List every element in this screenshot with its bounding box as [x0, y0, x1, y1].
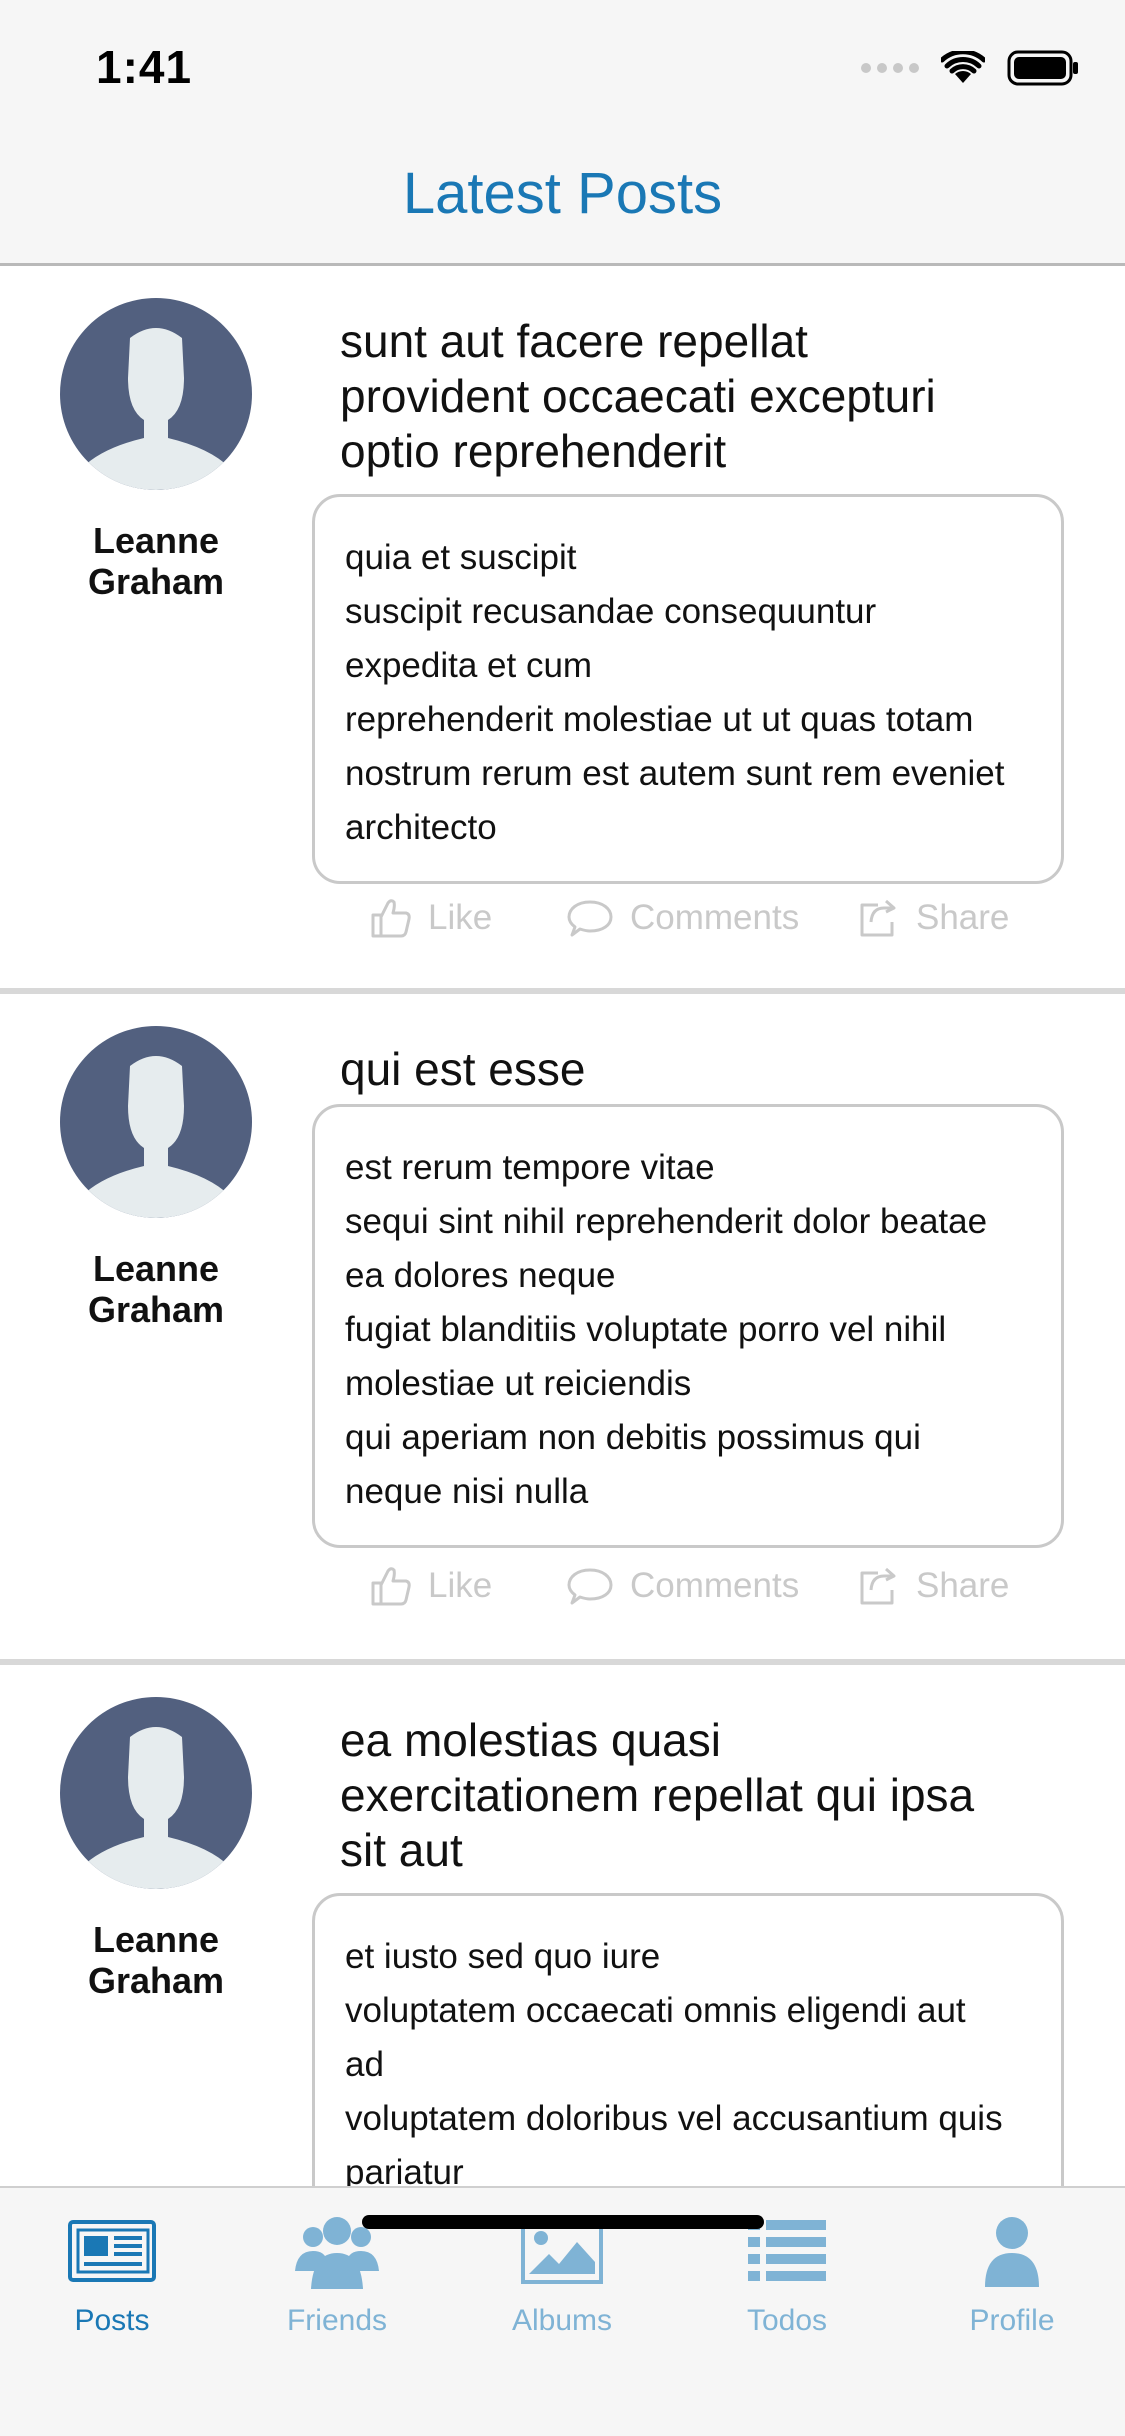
share-button[interactable]: Share: [858, 898, 1009, 938]
avatar[interactable]: [60, 298, 252, 490]
avatar[interactable]: [60, 1026, 252, 1218]
status-time: 1:41: [96, 41, 193, 93]
post-card[interactable]: Leanne Graham ea molestias quasi exercit…: [0, 1665, 1125, 2186]
comments-button[interactable]: Comments: [566, 898, 799, 938]
home-indicator: [362, 2215, 764, 2229]
avatar-silhouette-icon: [82, 328, 230, 490]
nav-header: Latest Posts: [0, 132, 1125, 266]
post-title: ea molestias quasi exercitationem repell…: [340, 1714, 975, 1876]
profile-icon: [985, 2217, 1039, 2287]
post-body: quia et suscipit suscipit recusandae con…: [312, 494, 1064, 884]
page-title: Latest Posts: [402, 161, 723, 226]
post-title: sunt aut facere repellat provident occae…: [340, 315, 936, 477]
post-actions: Like Comments Share: [370, 1566, 1030, 1626]
newspaper-icon: [68, 2220, 156, 2282]
post-body: est rerum tempore vitae sequi sint nihil…: [312, 1104, 1064, 1548]
author-name: Leanne Graham: [87, 1248, 225, 1330]
author-name: Leanne Graham: [87, 1919, 225, 2001]
comment-bubble-icon: [567, 1568, 613, 1605]
share-icon: [860, 1567, 896, 1605]
thumbs-up-icon: [371, 899, 411, 938]
thumbs-up-icon: [371, 1567, 411, 1606]
tab-posts[interactable]: Posts: [12, 2210, 212, 2338]
avatar-silhouette-icon: [82, 1727, 230, 1889]
comment-bubble-icon: [567, 900, 613, 937]
battery-icon: [1007, 50, 1078, 86]
posts-feed[interactable]: Leanne Graham sunt aut facere repellat p…: [0, 266, 1125, 2186]
post-actions: Like Comments Share: [370, 898, 1030, 958]
tab-albums[interactable]: Albums: [462, 2210, 662, 2338]
like-button[interactable]: Like: [370, 1566, 492, 1606]
author-name: Leanne Graham: [87, 520, 225, 602]
share-button[interactable]: Share: [858, 1566, 1009, 1606]
avatar[interactable]: [60, 1697, 252, 1889]
status-bar: 1:41: [0, 0, 1125, 132]
tab-profile[interactable]: Profile: [912, 2210, 1112, 2338]
tab-todos[interactable]: Todos: [687, 2210, 887, 2338]
cellular-signal-icon: [861, 63, 919, 73]
comments-button[interactable]: Comments: [566, 1566, 799, 1606]
share-icon: [860, 899, 896, 937]
avatar-silhouette-icon: [82, 1056, 230, 1218]
post-title: qui est esse: [340, 1043, 586, 1095]
tab-friends[interactable]: Friends: [237, 2210, 437, 2338]
status-icons: [861, 48, 1079, 88]
post-body: et iusto sed quo iure voluptatem occaeca…: [312, 1893, 1064, 2186]
like-button[interactable]: Like: [370, 898, 492, 938]
post-card[interactable]: Leanne Graham qui est esse est rerum tem…: [0, 994, 1125, 1659]
post-card[interactable]: Leanne Graham sunt aut facere repellat p…: [0, 266, 1125, 988]
wifi-icon: [941, 51, 985, 83]
